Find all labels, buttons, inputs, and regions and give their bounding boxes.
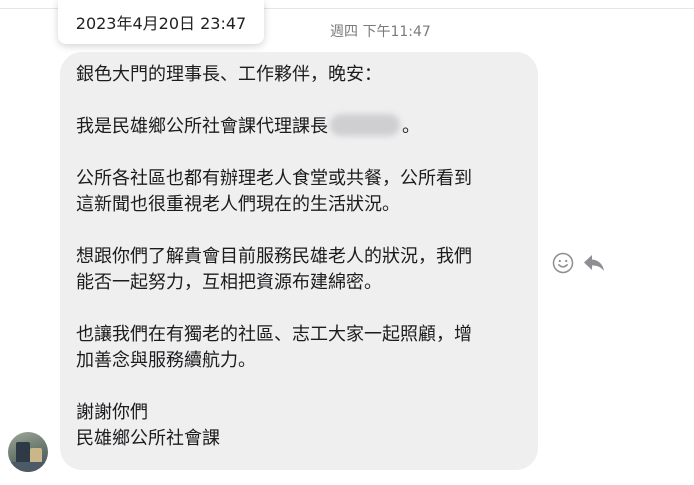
smile-icon[interactable] [552,252,574,274]
message-body: 銀色大門的理事長、工作夥伴，晚安： 我是民雄鄉公所社會課代理課長 。 公所各社區也… [76,62,526,452]
date-timestamp-chip: 2023年4月20日 23:47 [58,0,264,44]
closing-line: 謝謝你們 [76,402,148,423]
paragraph-line: 想跟你們了解貴會目前服務民雄老人的狀況，我們 [76,246,472,267]
paragraph-3: 也讓我們在有獨老的社區、志工大家一起照顧，增 加善念與服務續航力。 [76,322,526,374]
greeting-line: 銀色大門的理事長、工作夥伴，晚安： [76,64,382,85]
intro-suffix: 。 [402,116,420,137]
sender-avatar[interactable] [8,432,48,472]
intro-prefix: 我是民雄鄉公所社會課代理課長 [76,116,328,137]
paragraph-line: 也讓我們在有獨老的社區、志工大家一起照顧，增 [76,324,472,345]
date-timestamp-text: 2023年4月20日 23:47 [75,14,247,33]
message-time: 週四 下午11:47 [330,24,431,40]
paragraph-line: 加善念與服務續航力。 [76,350,256,371]
paragraph-line: 這新聞也很重視老人們現在的生活狀況。 [76,194,400,215]
intro-line: 我是民雄鄉公所社會課代理課長 。 [76,114,526,140]
paragraph-line: 能否一起努力，互相把資源布建綿密。 [76,272,382,293]
closing: 謝謝你們 民雄鄉公所社會課 [76,400,526,452]
reply-icon[interactable] [582,252,606,274]
closing-line: 民雄鄉公所社會課 [76,428,220,449]
redacted-name [330,114,400,136]
paragraph-2: 想跟你們了解貴會目前服務民雄老人的狀況，我們 能否一起努力，互相把資源布建綿密。 [76,244,526,296]
avatar-shape [8,462,48,472]
paragraph-line: 公所各社區也都有辦理老人食堂或共餐，公所看到 [76,168,472,189]
paragraph-1: 公所各社區也都有辦理老人食堂或共餐，公所看到 這新聞也很重視老人們現在的生活狀況… [76,166,526,218]
message-bubble[interactable]: 銀色大門的理事長、工作夥伴，晚安： 我是民雄鄉公所社會課代理課長 。 公所各社區也… [60,52,538,470]
